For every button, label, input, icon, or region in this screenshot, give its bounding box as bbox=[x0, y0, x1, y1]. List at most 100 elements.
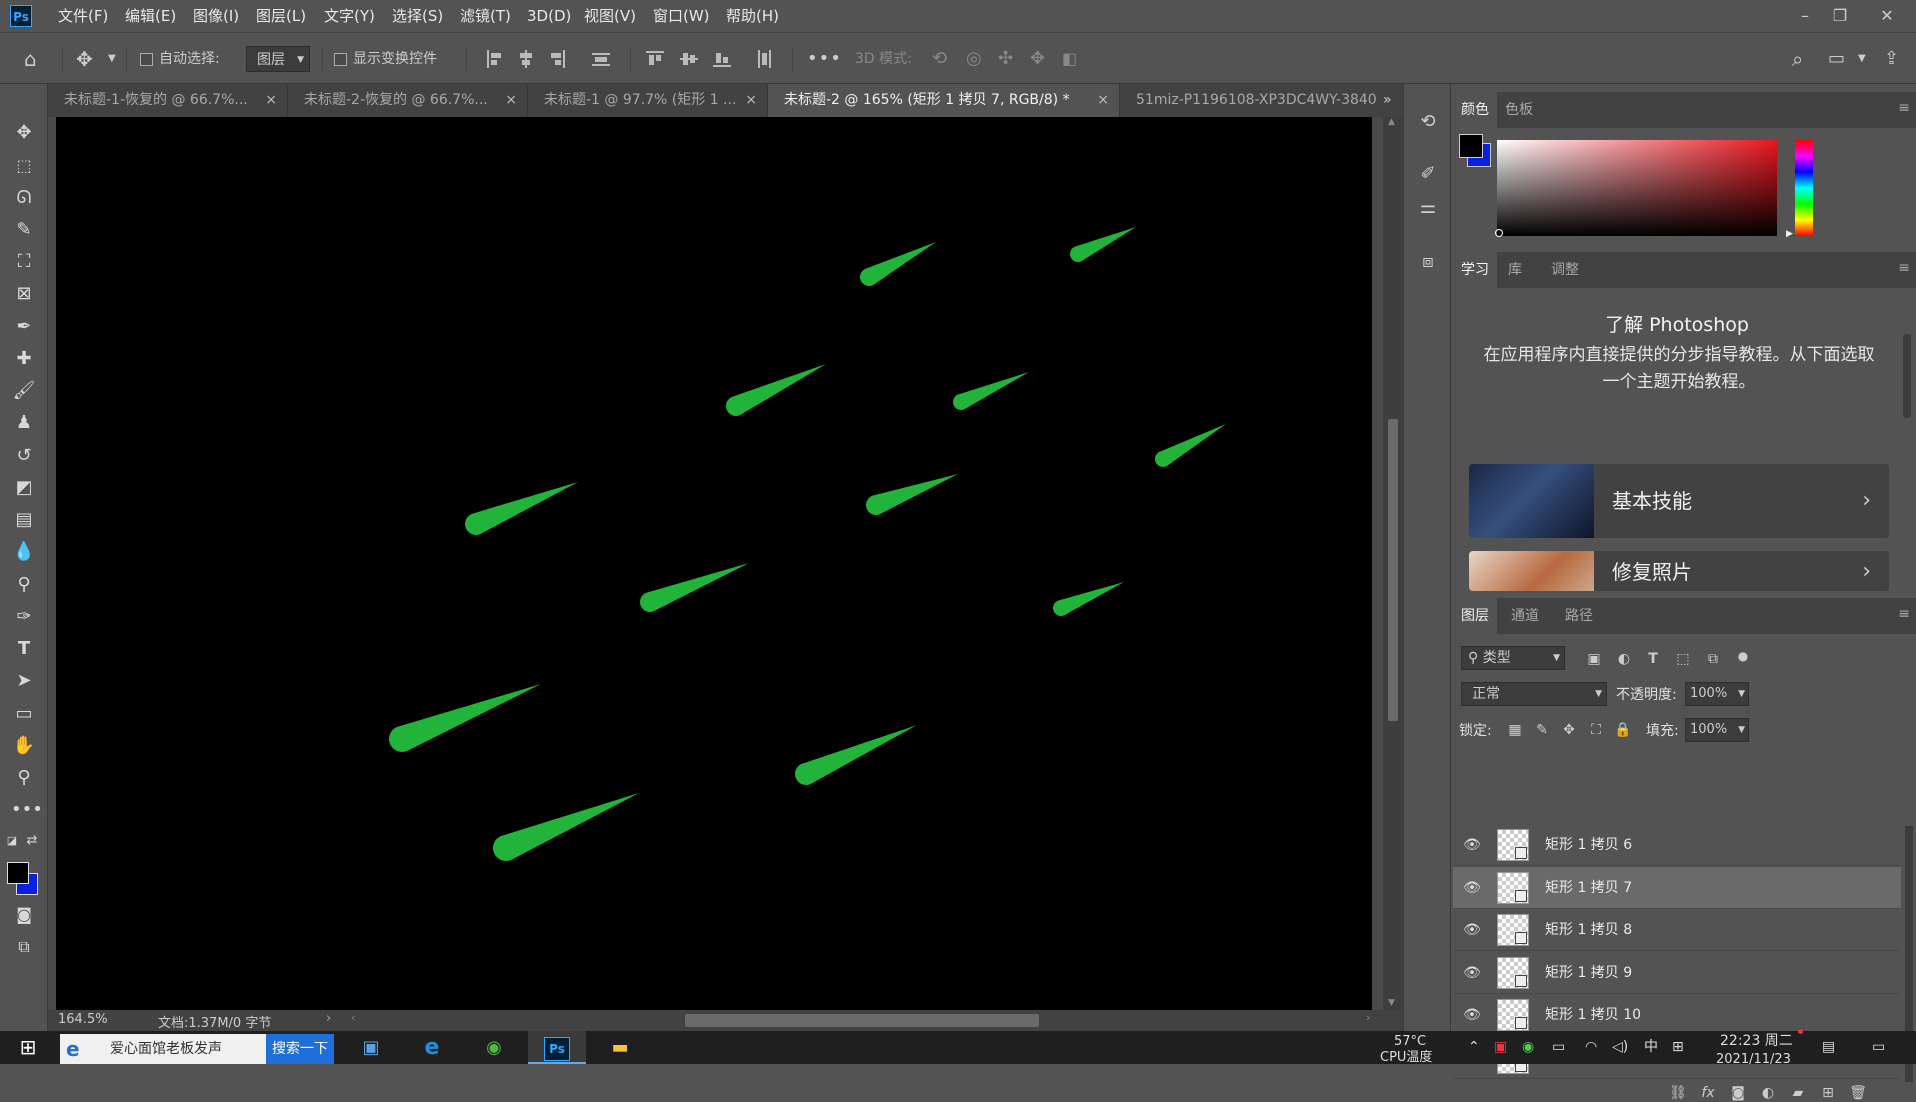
eraser-tool-icon[interactable]: ◩ bbox=[11, 475, 37, 501]
color-field[interactable] bbox=[1497, 140, 1777, 236]
menu-select[interactable]: 选择(S) bbox=[392, 0, 443, 32]
checkbox-icon[interactable] bbox=[334, 52, 347, 66]
visibility-eye-icon[interactable]: 👁 bbox=[1463, 1006, 1481, 1024]
more-options-icon[interactable]: ••• bbox=[807, 33, 842, 85]
tab-library[interactable]: 库 bbox=[1497, 252, 1533, 288]
status-arrow-icon[interactable]: › bbox=[326, 1011, 331, 1026]
layer-filter-dropdown[interactable]: ⚲ 类型 ▼ bbox=[1461, 646, 1565, 670]
lock-pixels-icon[interactable]: ✎ bbox=[1533, 721, 1551, 739]
visibility-eye-icon[interactable]: 👁 bbox=[1463, 964, 1481, 982]
keyboard-icon[interactable]: ⊞ bbox=[1672, 1031, 1684, 1064]
tab-color[interactable]: 颜色 bbox=[1453, 92, 1497, 128]
type-tool-icon[interactable]: T bbox=[11, 636, 37, 662]
checkbox-icon[interactable] bbox=[140, 52, 153, 66]
menu-view[interactable]: 视图(V) bbox=[584, 0, 636, 32]
zoom-tool-icon[interactable]: ⚲ bbox=[11, 765, 37, 791]
mask-icon[interactable]: ◙ bbox=[1729, 1084, 1747, 1102]
auto-select-checkbox[interactable]: 自动选择: bbox=[140, 33, 220, 85]
3d-roll-icon[interactable]: ◎ bbox=[966, 33, 982, 85]
taskbar-search-button[interactable]: 搜索一下 bbox=[266, 1034, 334, 1064]
blend-mode-dropdown[interactable]: 正常 ▼ bbox=[1461, 682, 1607, 706]
layer-row[interactable]: 👁 矩形 1 拷贝 10 bbox=[1453, 994, 1901, 1036]
menu-type[interactable]: 文字(Y) bbox=[324, 0, 375, 32]
chevron-up-icon[interactable]: ▲ bbox=[1388, 117, 1395, 127]
filter-toggle-icon[interactable]: ● bbox=[1734, 647, 1752, 665]
share-icon[interactable]: ⇪ bbox=[1884, 33, 1899, 85]
tab-layers[interactable]: 图层 bbox=[1453, 598, 1497, 634]
tab-channels[interactable]: 通道 bbox=[1503, 598, 1547, 634]
close-window-icon[interactable]: ✕ bbox=[1875, 4, 1899, 28]
learn-card-fix-photo[interactable]: 修复照片 › bbox=[1469, 551, 1889, 591]
close-icon[interactable]: × bbox=[265, 84, 277, 117]
chevron-down-icon[interactable]: ▼ bbox=[1388, 998, 1395, 1008]
smart-object-filter-icon[interactable]: ⧉ bbox=[1704, 650, 1722, 668]
chevron-down-icon[interactable]: ▼ bbox=[1858, 33, 1866, 85]
history-panel-icon[interactable]: ⟲ bbox=[1416, 110, 1440, 134]
computer-app-icon[interactable]: ▣ bbox=[347, 1031, 395, 1064]
notifications-icon[interactable]: ▭ bbox=[1872, 1031, 1885, 1064]
new-layer-icon[interactable]: ⊞ bbox=[1819, 1084, 1837, 1102]
volume-icon[interactable]: ◁) bbox=[1612, 1031, 1628, 1064]
menu-layer[interactable]: 图层(L) bbox=[256, 0, 306, 32]
healing-brush-tool-icon[interactable]: ✚ bbox=[11, 346, 37, 372]
auto-select-dropdown[interactable]: 图层 ▼ bbox=[246, 46, 310, 72]
move-tool-icon[interactable]: ✥ bbox=[76, 33, 93, 85]
visibility-eye-icon[interactable]: 👁 bbox=[1463, 836, 1481, 854]
distribute-icon[interactable] bbox=[592, 50, 610, 68]
menu-file[interactable]: 文件(F) bbox=[58, 0, 108, 32]
panel-menu-icon[interactable]: ≡ bbox=[1898, 100, 1910, 116]
type-filter-icon[interactable]: T bbox=[1644, 650, 1662, 668]
wifi-icon[interactable]: ◠ bbox=[1585, 1031, 1597, 1064]
file-explorer-icon[interactable]: ▬ bbox=[596, 1031, 644, 1064]
scroll-right-icon[interactable]: › bbox=[1366, 1011, 1370, 1024]
distribute-v-icon[interactable] bbox=[755, 50, 773, 68]
document-canvas[interactable] bbox=[56, 117, 1372, 1010]
menu-help[interactable]: 帮助(H) bbox=[726, 0, 779, 32]
quick-select-tool-icon[interactable]: ✎ bbox=[11, 217, 37, 243]
fill-input[interactable]: 100% ▼ bbox=[1685, 718, 1749, 742]
3d-orbit-icon[interactable]: ⟲ bbox=[932, 33, 947, 85]
layer-row[interactable]: 👁 矩形 1 拷贝 9 bbox=[1453, 952, 1901, 994]
marquee-tool-icon[interactable]: ⬚ bbox=[11, 153, 37, 179]
lock-position-icon[interactable]: ✥ bbox=[1560, 721, 1578, 739]
tray-expand-icon[interactable]: ⌃ bbox=[1468, 1031, 1480, 1064]
layer-row[interactable]: 👁 矩形 1 拷贝 7 bbox=[1453, 866, 1901, 909]
shape-filter-icon[interactable]: ⬚ bbox=[1674, 650, 1692, 668]
frame-tool-icon[interactable]: ⊠ bbox=[11, 281, 37, 307]
pixel-filter-icon[interactable]: ▣ bbox=[1585, 650, 1603, 668]
3d-slide-icon[interactable]: ✥ bbox=[1030, 33, 1045, 85]
align-left-icon[interactable] bbox=[486, 50, 504, 68]
edit-toolbar-icon[interactable]: ••• bbox=[11, 797, 43, 823]
align-right-icon[interactable] bbox=[548, 50, 566, 68]
align-middle-v-icon[interactable] bbox=[680, 50, 698, 68]
rectangle-tool-icon[interactable]: ▭ bbox=[11, 701, 37, 727]
link-icon[interactable]: ⛓ bbox=[1669, 1084, 1687, 1102]
restore-icon[interactable]: ❐ bbox=[1828, 4, 1852, 28]
visibility-eye-icon[interactable]: 👁 bbox=[1463, 921, 1481, 939]
tab-doc-1[interactable]: 未标题-1-恢复的 @ 66.7%... × bbox=[48, 84, 288, 117]
swap-colors-icon[interactable]: ⇄ bbox=[24, 828, 40, 854]
properties-panel-icon[interactable]: ⚌ bbox=[1416, 196, 1440, 220]
tab-learn[interactable]: 学习 bbox=[1453, 252, 1497, 288]
minimize-icon[interactable]: – bbox=[1793, 4, 1817, 28]
path-select-tool-icon[interactable]: ➤ bbox=[11, 668, 37, 694]
tab-paths[interactable]: 路径 bbox=[1557, 598, 1601, 634]
panel-menu-icon[interactable]: ≡ bbox=[1898, 606, 1910, 622]
layer-row[interactable]: 👁 矩形 1 拷贝 8 bbox=[1453, 909, 1901, 951]
3d-pan-icon[interactable]: ✣ bbox=[998, 33, 1013, 85]
gradient-tool-icon[interactable]: ▤ bbox=[11, 507, 37, 533]
learn-card-basic-skills[interactable]: 基本技能 › bbox=[1469, 464, 1889, 538]
menu-filter[interactable]: 滤镜(T) bbox=[460, 0, 511, 32]
more-tabs-icon[interactable]: » bbox=[1383, 84, 1392, 117]
tab-swatches[interactable]: 色板 bbox=[1497, 92, 1541, 128]
visibility-eye-icon[interactable]: 👁 bbox=[1463, 879, 1481, 897]
vertical-scroll-thumb[interactable] bbox=[1388, 419, 1398, 721]
3d-panel-icon[interactable]: ⧈ bbox=[1416, 250, 1440, 274]
default-colors-icon[interactable]: ◪ bbox=[4, 828, 20, 854]
dodge-tool-icon[interactable]: ⚲ bbox=[11, 572, 37, 598]
brush-tool-icon[interactable]: 🖌 bbox=[11, 378, 37, 404]
close-icon[interactable]: × bbox=[745, 84, 757, 117]
history-brush-tool-icon[interactable]: ↺ bbox=[11, 443, 37, 469]
menu-image[interactable]: 图像(I) bbox=[193, 0, 239, 32]
taskbar-search-box[interactable]: e 爱心面馆老板发声 bbox=[60, 1034, 266, 1064]
